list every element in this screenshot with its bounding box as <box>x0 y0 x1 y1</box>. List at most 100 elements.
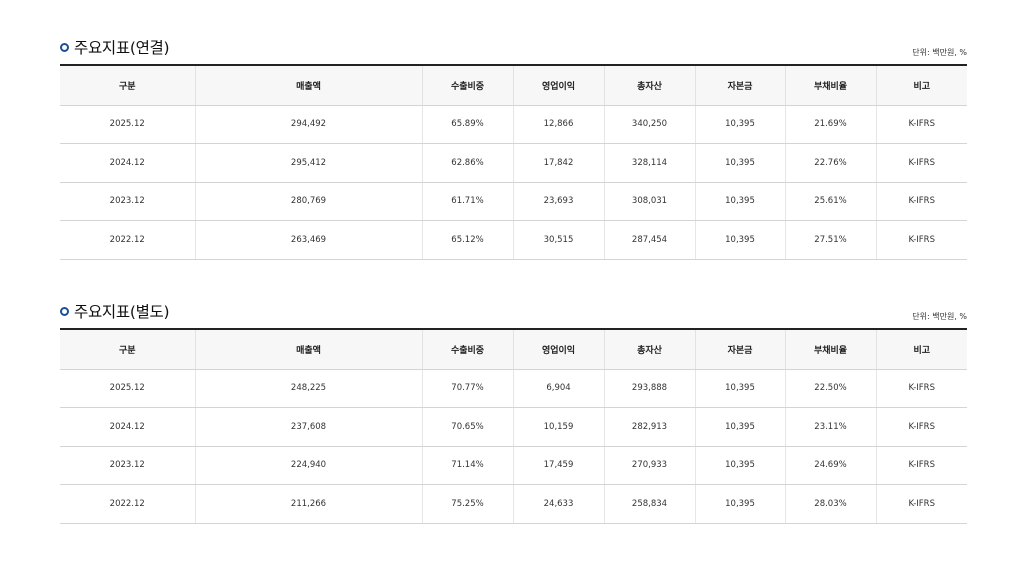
table-cell: 2025.12 <box>60 369 195 408</box>
column-header: 매출액 <box>194 328 422 370</box>
table-cell: 211,266 <box>194 484 422 524</box>
table-row: 2022.12 211,266 75.25% 24,633 258,834 10,395 2… <box>60 484 967 524</box>
circle-bullet-icon <box>60 307 69 316</box>
section-header: 주요지표(별도) 단위: 백만원, % <box>60 300 967 328</box>
table-cell: K-IFRS <box>875 484 967 524</box>
table-cell: 10,395 <box>694 446 785 485</box>
table-cell: 2024.12 <box>60 143 195 183</box>
column-header: 총자산 <box>603 64 695 106</box>
table-cell: 70.65% <box>421 407 513 447</box>
column-header: 부채비율 <box>784 64 876 106</box>
table-cell: 12,866 <box>512 105 604 144</box>
column-header: 매출액 <box>194 64 422 106</box>
table-cell: 62.86% <box>421 143 513 183</box>
table-cell: 2023.12 <box>60 446 195 485</box>
table-cell: 282,913 <box>603 407 695 447</box>
unit-label: 단위: 백만원, % <box>912 48 967 57</box>
table-row: 2024.12 237,608 70.65% 10,159 282,913 10,395 2… <box>60 407 967 447</box>
column-header: 비고 <box>875 64 967 106</box>
table-cell: 23,693 <box>512 182 604 221</box>
table-row: 2023.12 224,940 71.14% 17,459 270,933 10,395 2… <box>60 446 967 485</box>
circle-bullet-icon <box>60 43 69 52</box>
table-cell: 10,395 <box>694 369 785 408</box>
table-row: 2022.12 263,469 65.12% 30,515 287,454 10,395 2… <box>60 220 967 260</box>
column-header: 수출비중 <box>421 64 513 106</box>
table-header-row: 구분 매출액 수출비중 영업이익 총자산 자본금 부채비율 비고 <box>60 328 967 370</box>
column-header: 구분 <box>60 64 195 106</box>
table-cell: 270,933 <box>603 446 695 485</box>
table-cell: 65.12% <box>421 220 513 260</box>
table-cell: 22.76% <box>784 143 876 183</box>
table-cell: 17,459 <box>512 446 604 485</box>
table-cell: K-IFRS <box>875 182 967 221</box>
table-cell: 21.69% <box>784 105 876 144</box>
table-cell: 2022.12 <box>60 220 195 260</box>
table-cell: 263,469 <box>194 220 422 260</box>
table-cell: K-IFRS <box>875 407 967 447</box>
table-cell: 308,031 <box>603 182 695 221</box>
consolidated-section: 주요지표(연결) 단위: 백만원, % 구분 매출액 수출비중 영업이익 총자산 자본금 부… <box>60 36 967 260</box>
table-cell: K-IFRS <box>875 220 967 260</box>
table-cell: 75.25% <box>421 484 513 524</box>
section-header: 주요지표(연결) 단위: 백만원, % <box>60 36 967 64</box>
separate-section: 주요지표(별도) 단위: 백만원, % 구분 매출액 수출비중 영업이익 총자산 자본금 부… <box>60 300 967 524</box>
table-cell: 294,492 <box>194 105 422 144</box>
column-header: 영업이익 <box>512 328 604 370</box>
table-cell: K-IFRS <box>875 369 967 408</box>
table-cell: 287,454 <box>603 220 695 260</box>
column-header: 부채비율 <box>784 328 876 370</box>
table-row: 2025.12 294,492 65.89% 12,866 340,250 10,395 2… <box>60 105 967 144</box>
table-cell: 25.61% <box>784 182 876 221</box>
table-cell: 70.77% <box>421 369 513 408</box>
column-header: 자본금 <box>694 328 785 370</box>
table-cell: 10,395 <box>694 105 785 144</box>
table-cell: 2023.12 <box>60 182 195 221</box>
column-header: 비고 <box>875 328 967 370</box>
unit-label: 단위: 백만원, % <box>912 312 967 321</box>
table-cell: 24.69% <box>784 446 876 485</box>
table-cell: 10,395 <box>694 143 785 183</box>
table-cell: 293,888 <box>603 369 695 408</box>
table-cell: 2022.12 <box>60 484 195 524</box>
column-header: 총자산 <box>603 328 695 370</box>
table-cell: 27.51% <box>784 220 876 260</box>
column-header: 자본금 <box>694 64 785 106</box>
column-header: 구분 <box>60 328 195 370</box>
table-cell: 30,515 <box>512 220 604 260</box>
table-row: 2024.12 295,412 62.86% 17,842 328,114 10,395 2… <box>60 143 967 183</box>
indicator-table: 구분 매출액 수출비중 영업이익 총자산 자본금 부채비율 비고 2025.12 294,492… <box>60 64 967 260</box>
table-cell: K-IFRS <box>875 143 967 183</box>
table-cell: 10,395 <box>694 220 785 260</box>
table-cell: 2024.12 <box>60 407 195 447</box>
table-cell: 10,159 <box>512 407 604 447</box>
table-cell: 248,225 <box>194 369 422 408</box>
table-cell: 10,395 <box>694 182 785 221</box>
table-cell: 2025.12 <box>60 105 195 144</box>
table-cell: 23.11% <box>784 407 876 447</box>
indicator-table: 구분 매출액 수출비중 영업이익 총자산 자본금 부채비율 비고 2025.12 248,225… <box>60 328 967 524</box>
table-cell: 295,412 <box>194 143 422 183</box>
column-header: 수출비중 <box>421 328 513 370</box>
table-row: 2025.12 248,225 70.77% 6,904 293,888 10,395 22… <box>60 369 967 408</box>
table-row: 2023.12 280,769 61.71% 23,693 308,031 10,395 2… <box>60 182 967 221</box>
table-cell: 6,904 <box>512 369 604 408</box>
column-header: 영업이익 <box>512 64 604 106</box>
table-cell: 10,395 <box>694 407 785 447</box>
section-title: 주요지표(연결) <box>74 39 170 57</box>
table-cell: 71.14% <box>421 446 513 485</box>
table-cell: 61.71% <box>421 182 513 221</box>
table-header-row: 구분 매출액 수출비중 영업이익 총자산 자본금 부채비율 비고 <box>60 64 967 106</box>
table-cell: 328,114 <box>603 143 695 183</box>
table-cell: 17,842 <box>512 143 604 183</box>
table-cell: 258,834 <box>603 484 695 524</box>
table-cell: 22.50% <box>784 369 876 408</box>
section-title: 주요지표(별도) <box>74 303 170 321</box>
table-cell: 65.89% <box>421 105 513 144</box>
table-cell: 224,940 <box>194 446 422 485</box>
table-cell: 280,769 <box>194 182 422 221</box>
table-cell: 24,633 <box>512 484 604 524</box>
table-cell: 28.03% <box>784 484 876 524</box>
table-cell: 237,608 <box>194 407 422 447</box>
table-cell: K-IFRS <box>875 105 967 144</box>
table-cell: 10,395 <box>694 484 785 524</box>
